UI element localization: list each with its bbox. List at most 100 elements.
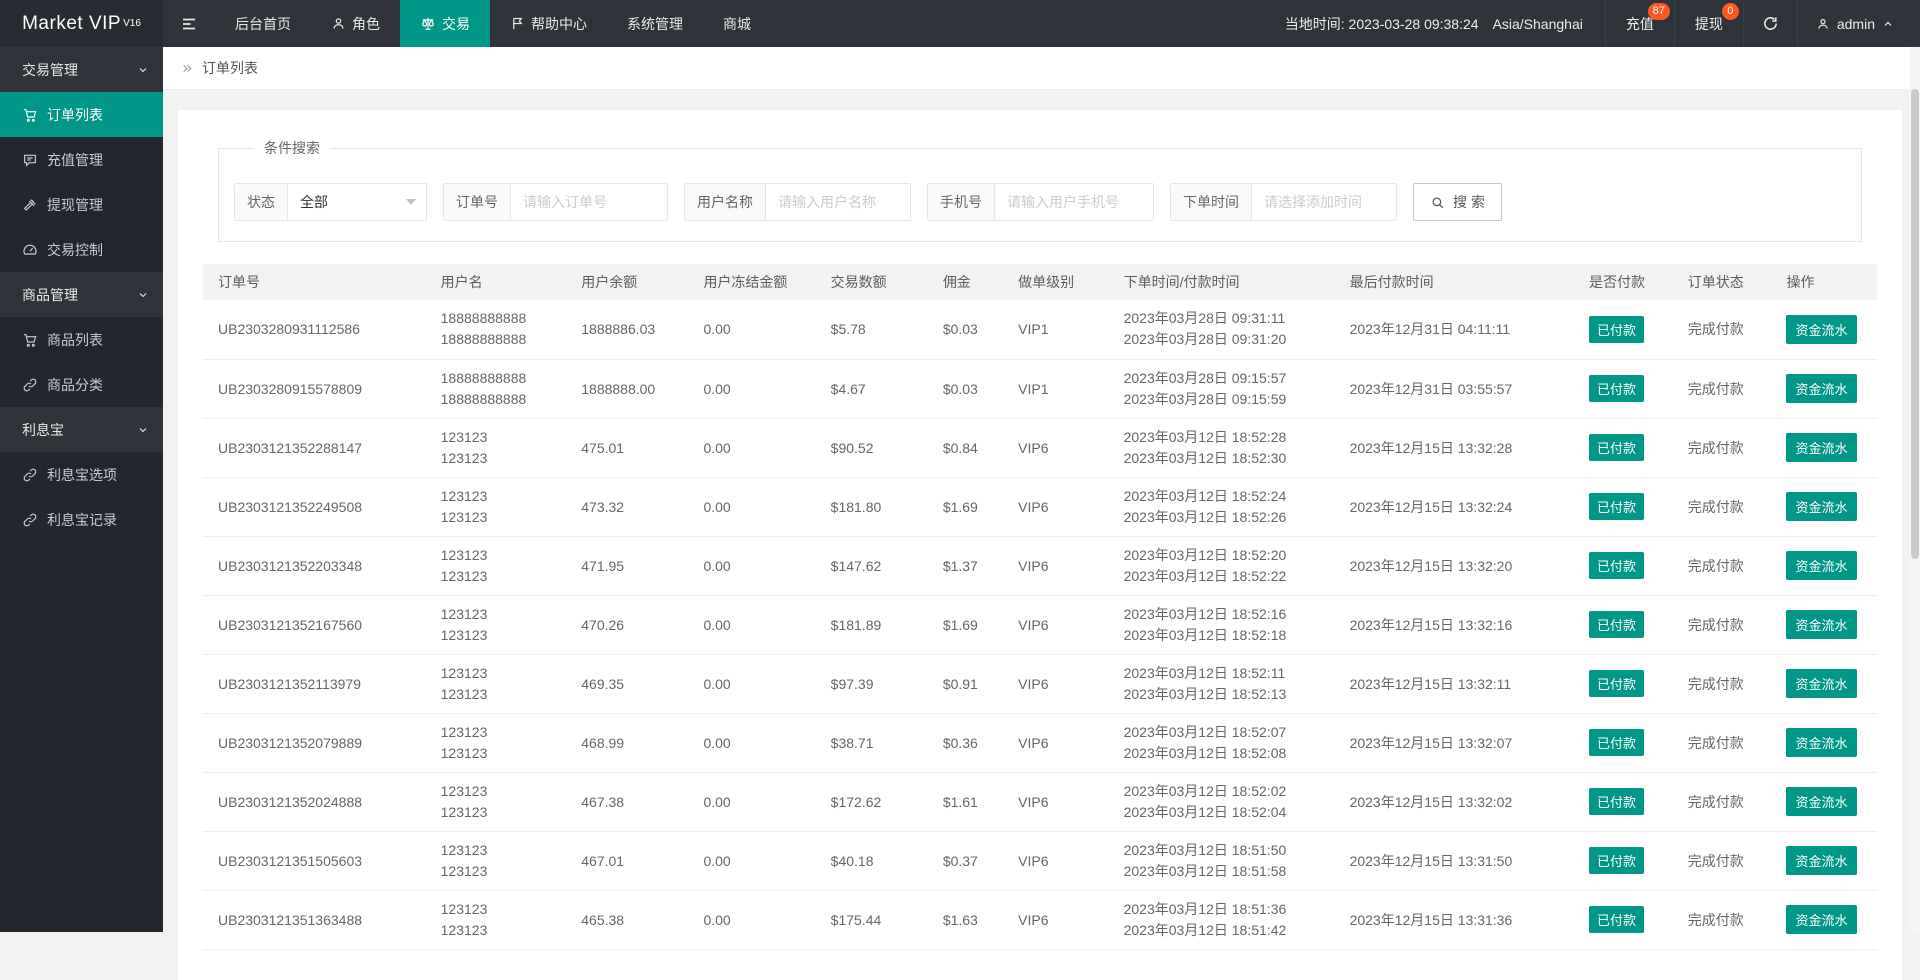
status-label: 状态 — [235, 184, 288, 220]
fund-flow-button[interactable]: 资金流水 — [1786, 374, 1856, 403]
nav-item-mall[interactable]: 商城 — [703, 0, 771, 47]
fund-flow-button[interactable]: 资金流水 — [1786, 905, 1856, 934]
header-commission: 佣金 — [928, 264, 1003, 300]
username-input[interactable] — [766, 184, 910, 220]
cell-status: 完成付款 — [1673, 300, 1772, 359]
cell-order-no: UB2303121351363488 — [203, 890, 426, 949]
cell-paid: 已付款 — [1574, 831, 1673, 890]
cell-status: 完成付款 — [1673, 713, 1772, 772]
fund-flow-button[interactable]: 资金流水 — [1786, 669, 1856, 698]
header-amount: 交易数额 — [816, 264, 928, 300]
app-logo-text: Market VIP — [22, 13, 121, 35]
chevron-down-icon — [137, 424, 149, 436]
cell-balance: 475.01 — [566, 418, 688, 477]
cell-balance: 471.95 — [566, 536, 688, 595]
sidebar-item-product-category[interactable]: 商品分类 — [0, 362, 163, 407]
hamburger-menu-icon[interactable] — [163, 0, 215, 47]
order-no-input[interactable] — [511, 184, 667, 220]
cell-frozen: 0.00 — [688, 595, 815, 654]
vertical-scrollbar[interactable] — [1910, 47, 1920, 932]
content: 条件搜索 状态 全部 订单号 用户名称 — [163, 90, 1920, 980]
sidebar-item-withdraw-management[interactable]: 提现管理 — [0, 182, 163, 227]
cell-commission: $1.69 — [928, 477, 1003, 536]
sidebar-group-trade-management[interactable]: 交易管理 — [0, 47, 163, 92]
fund-flow-button[interactable]: 资金流水 — [1786, 728, 1856, 757]
nav-item-dashboard[interactable]: 后台首页 — [215, 0, 311, 47]
sidebar-group-interest-treasure[interactable]: 利息宝 — [0, 407, 163, 452]
cell-last-pay-time: 2023年12月15日 13:32:24 — [1335, 477, 1574, 536]
nav-item-roles[interactable]: 角色 — [311, 0, 400, 47]
fund-flow-button[interactable]: 资金流水 — [1786, 433, 1856, 462]
cell-commission: $1.61 — [928, 772, 1003, 831]
nav-item-label: 交易 — [442, 14, 470, 34]
search-button[interactable]: 搜 索 — [1413, 183, 1502, 221]
speech-bubble-icon — [22, 152, 38, 168]
nav-item-label: 后台首页 — [235, 14, 291, 34]
orders-table: 订单号 用户名 用户余额 用户冻结金额 交易数额 佣金 做单级别 下单时间/付款… — [203, 264, 1877, 950]
phone-filter-group: 手机号 — [927, 183, 1154, 221]
cell-order-no: UB2303121352203348 — [203, 536, 426, 595]
cell-actions: 资金流水 — [1771, 831, 1877, 890]
sidebar-item-interest-options[interactable]: 利息宝选项 — [0, 452, 163, 497]
cell-amount: $97.39 — [816, 654, 928, 713]
fund-flow-button[interactable]: 资金流水 — [1786, 551, 1856, 580]
cell-username: 123123 123123 — [426, 890, 567, 949]
sidebar-item-product-list[interactable]: 商品列表 — [0, 317, 163, 362]
withdraw-button[interactable]: 提现 0 — [1674, 0, 1743, 47]
cell-amount: $147.62 — [816, 536, 928, 595]
refresh-icon — [1762, 15, 1779, 32]
sidebar-item-label: 利息宝选项 — [47, 465, 117, 485]
cell-order-pay-time: 2023年03月12日 18:52:11 2023年03月12日 18:52:1… — [1109, 654, 1335, 713]
cell-level: VIP6 — [1003, 536, 1108, 595]
local-time-text: 当地时间: 2023-03-28 09:38:24 — [1285, 14, 1479, 34]
sidebar-item-trade-control[interactable]: 交易控制 — [0, 227, 163, 272]
sidebar-group-label: 利息宝 — [22, 420, 64, 440]
fund-flow-button[interactable]: 资金流水 — [1786, 787, 1856, 816]
chevron-up-icon — [1882, 18, 1894, 30]
phone-input[interactable] — [995, 184, 1153, 220]
withdraw-label: 提现 — [1695, 14, 1723, 34]
recharge-button[interactable]: 充值 87 — [1605, 0, 1674, 47]
cell-order-pay-time: 2023年03月12日 18:51:50 2023年03月12日 18:51:5… — [1109, 831, 1335, 890]
sidebar-item-recharge-management[interactable]: 充值管理 — [0, 137, 163, 182]
cell-actions: 资金流水 — [1771, 595, 1877, 654]
cell-paid: 已付款 — [1574, 654, 1673, 713]
phone-label: 手机号 — [928, 184, 995, 220]
cell-status: 完成付款 — [1673, 477, 1772, 536]
user-menu[interactable]: admin — [1797, 0, 1920, 47]
paid-status-badge: 已付款 — [1589, 670, 1644, 697]
sidebar-item-order-list[interactable]: 订单列表 — [0, 92, 163, 137]
refresh-button[interactable] — [1743, 0, 1797, 47]
cell-amount: $172.62 — [816, 772, 928, 831]
cell-level: VIP6 — [1003, 713, 1108, 772]
table-row: UB2303280915578809 18888888888 188888888… — [203, 359, 1877, 418]
header-level: 做单级别 — [1003, 264, 1108, 300]
sidebar-item-label: 提现管理 — [47, 195, 103, 215]
cell-amount: $175.44 — [816, 890, 928, 949]
search-form: 状态 全部 订单号 用户名称 — [234, 183, 1846, 221]
nav-item-help-center[interactable]: 帮助中心 — [490, 0, 607, 47]
username-label: 用户名称 — [685, 184, 766, 220]
cell-commission: $0.84 — [928, 418, 1003, 477]
cell-level: VIP6 — [1003, 772, 1108, 831]
table-row: UB2303121352249508 123123 123123 473.32 … — [203, 477, 1877, 536]
cell-commission: $0.36 — [928, 713, 1003, 772]
sidebar-group-product-management[interactable]: 商品管理 — [0, 272, 163, 317]
sidebar-item-interest-records[interactable]: 利息宝记录 — [0, 497, 163, 542]
cell-frozen: 0.00 — [688, 772, 815, 831]
cell-order-no: UB2303280931112586 — [203, 300, 426, 359]
fund-flow-button[interactable]: 资金流水 — [1786, 610, 1856, 639]
order-time-input[interactable] — [1252, 184, 1396, 220]
fund-flow-button[interactable]: 资金流水 — [1786, 846, 1856, 875]
cell-balance: 467.01 — [566, 831, 688, 890]
nav-item-trade[interactable]: 交易 — [400, 0, 490, 47]
scrollbar-thumb[interactable] — [1911, 89, 1919, 559]
fund-flow-button[interactable]: 资金流水 — [1786, 315, 1856, 344]
cell-username: 123123 123123 — [426, 831, 567, 890]
fund-flow-button[interactable]: 资金流水 — [1786, 492, 1856, 521]
status-select[interactable]: 全部 — [288, 184, 426, 220]
nav-item-system[interactable]: 系统管理 — [607, 0, 703, 47]
cell-frozen: 0.00 — [688, 359, 815, 418]
cell-actions: 资金流水 — [1771, 477, 1877, 536]
order-time-filter-group: 下单时间 — [1170, 183, 1397, 221]
